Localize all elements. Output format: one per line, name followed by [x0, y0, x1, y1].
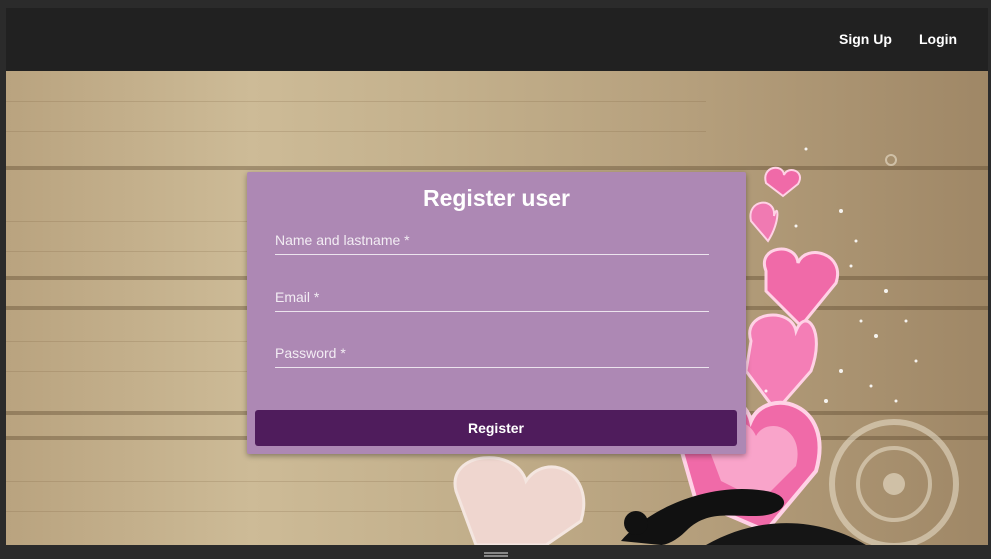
form-title: Register user — [422, 185, 570, 211]
name-field[interactable]: Name and lastname * — [275, 227, 709, 255]
name-field-label: Name and lastname * — [275, 232, 410, 248]
password-field-label: Password * — [275, 345, 346, 361]
register-button[interactable]: Register — [255, 410, 737, 446]
app-window: Sign Up Login Register user Name and las… — [0, 0, 991, 559]
password-field[interactable]: Password * — [275, 340, 709, 368]
drag-handle-icon[interactable] — [484, 552, 508, 554]
signup-link[interactable]: Sign Up — [839, 31, 892, 47]
register-form-card: Register user Name and lastname * Email … — [247, 172, 746, 454]
email-field-label: Email * — [275, 289, 320, 305]
login-link[interactable]: Login — [919, 31, 957, 47]
top-navbar: Sign Up Login — [6, 8, 988, 71]
email-field[interactable]: Email * — [275, 284, 709, 312]
